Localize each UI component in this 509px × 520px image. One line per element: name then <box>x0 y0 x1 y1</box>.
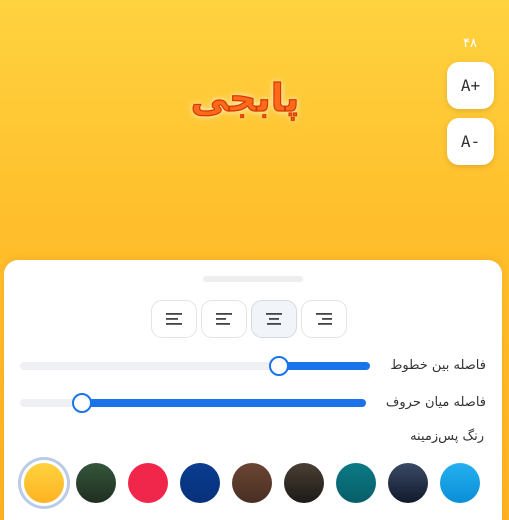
swatch-teal[interactable] <box>336 463 376 503</box>
background-color-label: رنگ پس‌زمینه <box>410 429 484 444</box>
align-left-button[interactable] <box>151 300 197 338</box>
align-right-button[interactable] <box>301 300 347 338</box>
line-spacing-slider-fill <box>279 362 370 370</box>
align-center-button[interactable] <box>251 300 297 338</box>
letter-spacing-slider-fill <box>82 399 366 407</box>
swatch-navy[interactable] <box>388 463 428 503</box>
letter-spacing-slider-thumb[interactable] <box>72 393 93 413</box>
swatch-sky-blue[interactable] <box>440 463 480 503</box>
decrease-font-size-button[interactable]: A- <box>447 118 494 165</box>
align-left-short-button[interactable] <box>201 300 247 338</box>
swatch-royal-blue[interactable] <box>180 463 220 503</box>
swatch-brown[interactable] <box>232 463 272 503</box>
line-spacing-label: فاصله بین خطوط <box>390 358 486 373</box>
line-spacing-slider[interactable] <box>20 356 370 376</box>
align-center-icon <box>266 313 282 325</box>
swatch-dark-green[interactable] <box>76 463 116 503</box>
line-spacing-slider-thumb[interactable] <box>269 356 289 376</box>
text-editor-screen: ۴۸ A+ A- پابجی فاصله بین خطوط فاصله میان… <box>0 0 509 520</box>
increase-font-size-button[interactable]: A+ <box>447 62 494 109</box>
text-alignment-group <box>151 300 347 338</box>
line-spacing-row: فاصله بین خطوط <box>20 356 500 376</box>
align-right-icon <box>316 313 332 325</box>
letter-spacing-label: فاصله میان حروف <box>385 395 486 410</box>
align-left-icon <box>166 313 182 325</box>
letter-spacing-row: فاصله میان حروف <box>20 393 500 413</box>
align-left-short-icon <box>216 313 232 325</box>
letter-spacing-slider[interactable] <box>20 393 366 413</box>
settings-panel: فاصله بین خطوط فاصله میان حروف رنگ پس‌زم… <box>4 260 502 520</box>
font-size-value: ۴۸ <box>463 36 477 51</box>
swatch-dark-olive[interactable] <box>284 463 324 503</box>
drag-handle[interactable] <box>203 276 303 282</box>
swatch-crimson[interactable] <box>128 463 168 503</box>
preview-text[interactable]: پابجی <box>170 74 320 122</box>
background-color-swatches <box>24 463 484 509</box>
swatch-yellow-gradient[interactable] <box>24 463 64 503</box>
